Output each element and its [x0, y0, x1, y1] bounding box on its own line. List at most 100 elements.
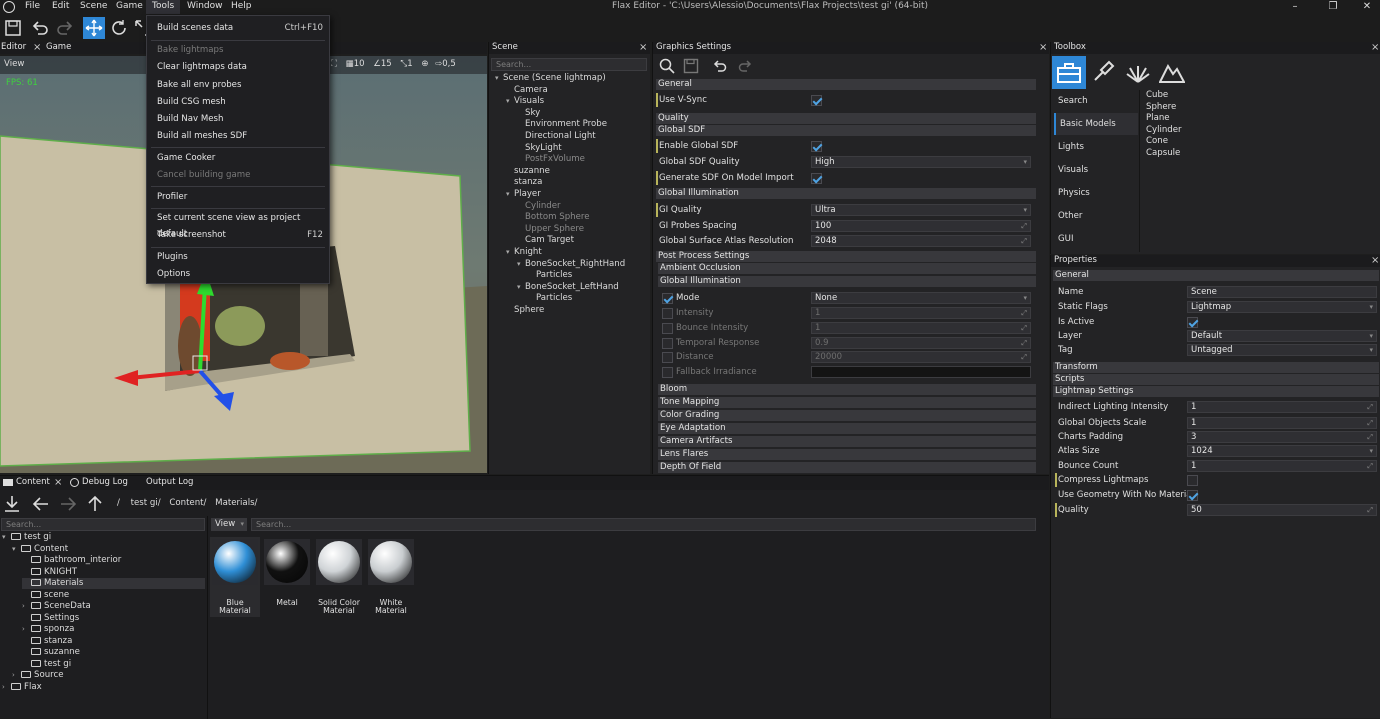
name-input[interactable]: Scene — [1187, 286, 1377, 298]
scale-snap-value[interactable]: 1 — [407, 59, 412, 69]
menu-item-game-cooker[interactable]: Game Cooker — [147, 150, 329, 167]
content-search-input[interactable]: Search... — [251, 518, 1036, 531]
distance-override-checkbox[interactable] — [662, 352, 673, 363]
tab-scene[interactable]: Scene — [492, 42, 518, 54]
content-tree-node[interactable]: ▾ test gi — [2, 532, 51, 543]
expand-arrow-icon[interactable]: › — [22, 601, 31, 612]
minimize-button[interactable]: – — [1284, 0, 1306, 14]
vsync-checkbox[interactable] — [811, 95, 822, 106]
global-sdf-checkbox[interactable] — [811, 141, 822, 152]
section-post-process[interactable]: Post Process Settings — [656, 251, 1036, 262]
up-arrow-icon[interactable] — [86, 495, 104, 516]
quality-input[interactable]: 50 ⤢ — [1187, 504, 1377, 516]
close-window-button[interactable]: ✕ — [1356, 0, 1378, 14]
fallback-override-checkbox[interactable] — [662, 367, 673, 378]
view-menu-button[interactable]: View — [4, 59, 24, 69]
menu-tools[interactable]: Tools — [146, 0, 180, 14]
content-tree-node[interactable]: › Flax — [2, 682, 42, 693]
global-objects-scale-input[interactable]: 1 ⤢ — [1187, 417, 1377, 429]
toolbox-category-lights[interactable]: Lights — [1054, 136, 1138, 158]
bounce-intensity-override-checkbox[interactable] — [662, 323, 673, 334]
expand-arrow-icon[interactable]: ▾ — [517, 282, 525, 293]
tab-properties[interactable]: Properties — [1054, 255, 1097, 267]
content-tree-node[interactable]: suzanne — [22, 647, 80, 658]
globe-icon[interactable]: ⊕ — [421, 59, 428, 69]
gi-quality-dropdown[interactable]: Ultra ▾ — [811, 204, 1031, 216]
menu-item-plugins[interactable]: Plugins — [147, 249, 329, 266]
menu-item-build-scenes-data[interactable]: Build scenes data Ctrl+F10 — [147, 20, 329, 37]
content-tree-node[interactable]: › sponza — [22, 624, 74, 635]
undo-icon[interactable] — [712, 58, 728, 77]
menu-edit[interactable]: Edit — [52, 0, 69, 14]
asset-item[interactable]: White Material — [366, 537, 416, 617]
tag-dropdown[interactable]: Untagged ▾ — [1187, 344, 1377, 356]
camera-speed-value[interactable]: 0,5 — [442, 59, 456, 69]
breadcrumb-test-gi[interactable]: test gi/ — [131, 498, 161, 508]
section-eye-adaptation[interactable]: Eye Adaptation — [658, 423, 1036, 434]
grid-size-value[interactable]: 10 — [354, 59, 365, 69]
tree-node[interactable]: Sphere — [506, 305, 544, 316]
is-active-checkbox[interactable] — [1187, 317, 1198, 328]
grid-icon[interactable]: ▦ — [346, 59, 354, 69]
close-icon[interactable]: × — [639, 42, 647, 53]
view-dropdown[interactable]: View ▾ — [211, 518, 247, 531]
tree-node[interactable]: Particles — [528, 293, 572, 304]
toolbox-item-plane[interactable]: Plane — [1146, 113, 1170, 124]
expand-arrow-icon[interactable]: › — [2, 682, 11, 693]
tree-node[interactable]: Upper Sphere — [517, 224, 584, 235]
toolbox-category-other[interactable]: Other — [1054, 205, 1138, 227]
tree-node[interactable]: Bottom Sphere — [517, 212, 590, 223]
tab-graphics-settings[interactable]: Graphics Settings — [656, 42, 731, 54]
static-flags-dropdown[interactable]: Lightmap ▾ — [1187, 301, 1377, 313]
content-tree-node[interactable]: scene — [22, 590, 69, 601]
tree-node[interactable]: Environment Probe — [517, 119, 607, 130]
toolbox-category-physics[interactable]: Physics — [1054, 182, 1138, 204]
toolbox-item-cone[interactable]: Cone — [1146, 136, 1168, 147]
breadcrumb-root[interactable]: / — [117, 498, 120, 508]
tree-node[interactable]: ▾ Player — [506, 189, 541, 200]
global-sdf-quality-dropdown[interactable]: High ▾ — [811, 156, 1031, 168]
tree-node[interactable]: ▾ BoneSocket_LeftHand — [517, 282, 619, 293]
close-icon[interactable]: × — [54, 477, 62, 488]
save-icon[interactable] — [683, 58, 699, 77]
search-icon[interactable] — [659, 58, 675, 77]
section-general[interactable]: General — [656, 79, 1036, 90]
breadcrumb-content[interactable]: Content/ — [169, 498, 206, 508]
expand-arrow-icon[interactable]: ▾ — [506, 96, 514, 107]
toolbox-category-gui[interactable]: GUI — [1054, 228, 1138, 250]
asset-item[interactable]: Solid Color Material — [314, 537, 364, 617]
close-icon[interactable]: × — [1371, 42, 1379, 53]
toolbox-category-basic-models[interactable]: Basic Models — [1054, 113, 1138, 135]
section-color-grading[interactable]: Color Grading — [658, 410, 1036, 421]
menu-item-take-screenshot[interactable]: Take screenshot F12 — [147, 227, 329, 244]
menu-file[interactable]: File — [25, 0, 40, 14]
section-depth-of-field[interactable]: Depth Of Field — [658, 462, 1036, 473]
tab-toolbox[interactable]: Toolbox — [1054, 42, 1086, 54]
tree-node[interactable]: Sky — [517, 108, 540, 119]
intensity-override-checkbox[interactable] — [662, 308, 673, 319]
menu-item-build-csg[interactable]: Build CSG mesh — [147, 94, 329, 111]
maximize-view-icon[interactable]: ⛶ — [331, 59, 337, 69]
section-lightmap-settings[interactable]: Lightmap Settings — [1053, 386, 1379, 397]
content-tree-node[interactable]: ▾ Content — [12, 544, 68, 555]
maximize-button[interactable]: ❐ — [1322, 0, 1344, 14]
asset-item[interactable]: Metal — [262, 537, 312, 617]
indirect-lighting-input[interactable]: 1 ⤢ — [1187, 401, 1377, 413]
tree-node[interactable]: Cam Target — [517, 235, 574, 246]
tree-node[interactable]: ▾ Scene (Scene lightmap) — [495, 73, 606, 84]
toolbox-category-icon-selected[interactable] — [1052, 56, 1086, 89]
tree-node[interactable]: Camera — [506, 85, 548, 96]
content-tree-node[interactable]: KNIGHT — [22, 567, 77, 578]
asset-item[interactable]: Blue Material — [210, 537, 260, 617]
undo-icon[interactable] — [29, 17, 51, 39]
content-tree-node[interactable]: › SceneData — [22, 601, 91, 612]
content-tree-node[interactable]: test gi — [22, 659, 71, 670]
gi-probes-spacing-input[interactable]: 100 ⤢ — [811, 220, 1031, 232]
rotate-gizmo-icon[interactable] — [108, 17, 130, 39]
menu-scene[interactable]: Scene — [80, 0, 107, 14]
mode-override-checkbox[interactable] — [662, 293, 673, 304]
tree-node[interactable]: ▾ BoneSocket_RightHand — [517, 259, 625, 270]
breadcrumb-materials[interactable]: Materials/ — [215, 498, 257, 508]
angle-snap-icon[interactable]: ∠ — [373, 59, 381, 69]
tree-node[interactable]: SkyLight — [517, 143, 562, 154]
